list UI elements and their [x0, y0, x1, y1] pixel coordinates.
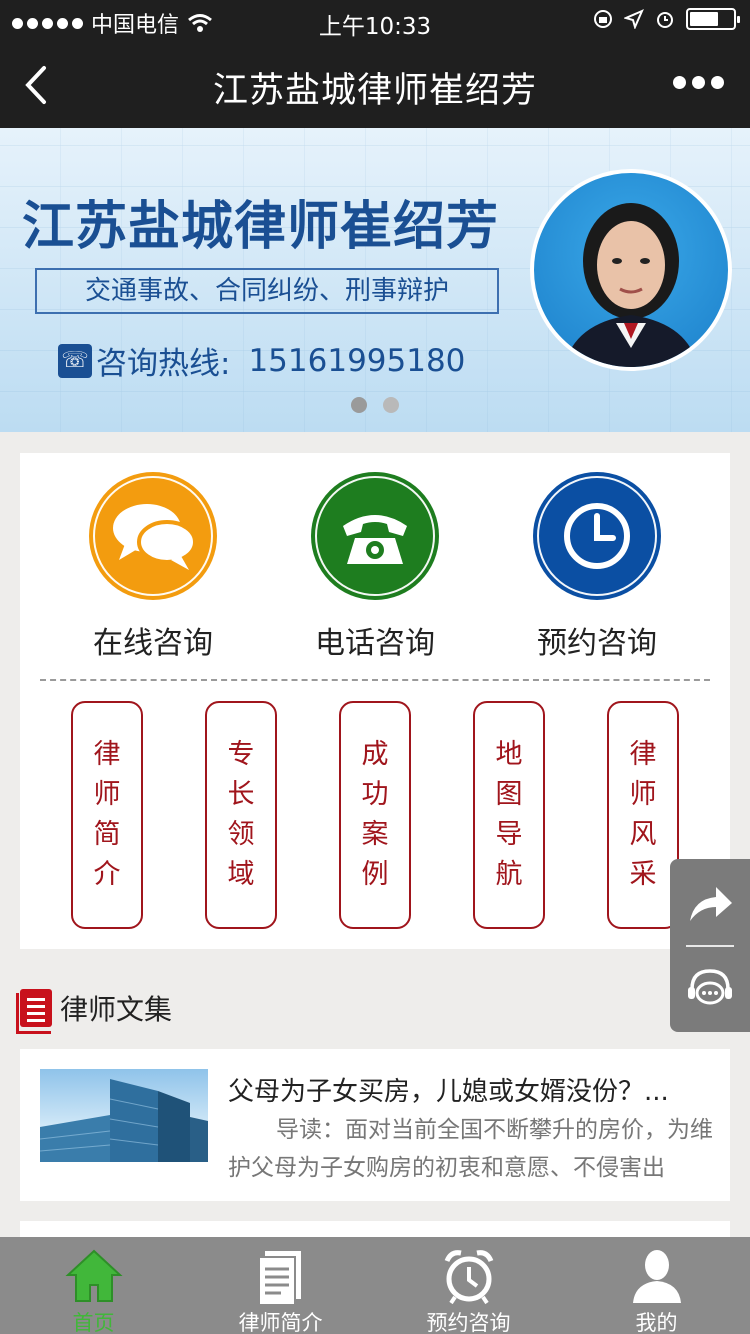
- tab-lawyer-intro[interactable]: 律师简介: [187, 1237, 374, 1334]
- more-dots-icon[interactable]: [673, 76, 724, 89]
- section-title: 律师文集: [60, 993, 173, 1026]
- phone-consult-label: 电话咨询: [315, 626, 435, 661]
- hotline-number: 15161995180: [248, 342, 466, 379]
- services-card: 在线咨询 电话咨询 预约咨询 律师简介 专长领域 成功案例 地图导航 律师风采: [20, 453, 730, 949]
- appointment-consult-label: 预约咨询: [537, 626, 657, 661]
- article-intro: 导读：面对当前全国不断攀升的房价，为维护父母为子女购房的初衷和意愿、不侵害出: [228, 1117, 713, 1181]
- tab-appointment-label: 预约咨询: [426, 1311, 511, 1334]
- alarm-clock-icon: [444, 1250, 493, 1305]
- location-arrow-icon: [624, 9, 644, 29]
- online-consult-button[interactable]: 在线咨询: [53, 472, 253, 662]
- floating-actions: [670, 859, 750, 1032]
- home-icon: [64, 1249, 123, 1302]
- customer-service-icon[interactable]: [684, 963, 736, 1015]
- menu-lawyer-gallery[interactable]: 律师风采: [607, 701, 679, 929]
- menu-lawyer-intro[interactable]: 律师简介: [71, 701, 143, 929]
- tab-mine-label: 我的: [635, 1311, 678, 1334]
- tab-home[interactable]: 首页: [0, 1237, 187, 1334]
- chat-bubbles-icon: [89, 472, 217, 600]
- divider: [40, 679, 710, 681]
- online-consult-label: 在线咨询: [93, 626, 213, 661]
- tab-bar: 首页 律师简介 预约咨询 我的: [0, 1237, 750, 1334]
- article-thumbnail: [40, 1069, 208, 1162]
- article-title: 父母为子女买房，儿媳或女婿没份？...: [228, 1077, 669, 1107]
- section-header: 律师文集: [16, 988, 173, 1034]
- status-bar: 中国电信 上午10:33: [0, 0, 750, 42]
- telephone-icon: [311, 472, 439, 600]
- phone-icon: ☏: [58, 343, 92, 378]
- menu-expertise[interactable]: 专长领域: [205, 701, 277, 929]
- share-icon[interactable]: [684, 877, 736, 929]
- document-icon: [257, 1251, 301, 1306]
- divider: [686, 945, 734, 947]
- article-item[interactable]: 父母为子女买房，儿媳或女婿没份？... 导读：面对当前全国不断攀升的房价，为维护…: [20, 1049, 730, 1201]
- tab-home-label: 首页: [72, 1311, 115, 1334]
- document-stack-icon: [16, 989, 52, 1034]
- clock-icon: [533, 472, 661, 600]
- menu-map-navigation[interactable]: 地图导航: [473, 701, 545, 929]
- banner-carousel[interactable]: 江苏盐城律师崔绍芳 交通事故、合同纠纷、刑事辩护 ☏ 咨询热线: 1516199…: [0, 128, 750, 432]
- page-title: 江苏盐城律师崔绍芳: [212, 71, 537, 111]
- nav-bar: 江苏盐城律师崔绍芳: [0, 42, 750, 128]
- carousel-pager: [0, 397, 750, 413]
- tab-appointment[interactable]: 预约咨询: [375, 1237, 562, 1334]
- user-icon: [632, 1250, 681, 1303]
- appointment-consult-button[interactable]: 预约咨询: [497, 472, 697, 662]
- phone-consult-button[interactable]: 电话咨询: [275, 472, 475, 662]
- banner-headline: 江苏盐城律师崔绍芳: [22, 196, 500, 257]
- hotline-label: 咨询热线:: [96, 346, 231, 382]
- banner-subline: 交通事故、合同纠纷、刑事辩护: [35, 268, 499, 314]
- menu-success-cases[interactable]: 成功案例: [339, 701, 411, 929]
- rotation-lock-icon: [594, 10, 612, 28]
- battery-icon: [686, 8, 740, 30]
- alarm-icon: [657, 12, 673, 28]
- pager-dot-active[interactable]: [351, 397, 367, 413]
- banner-hotline: ☏ 咨询热线: 15161995180: [58, 338, 465, 383]
- lawyer-portrait: [530, 169, 732, 371]
- pager-dot[interactable]: [383, 397, 399, 413]
- tab-lawyer-intro-label: 律师简介: [238, 1311, 323, 1334]
- tab-mine[interactable]: 我的: [563, 1237, 750, 1334]
